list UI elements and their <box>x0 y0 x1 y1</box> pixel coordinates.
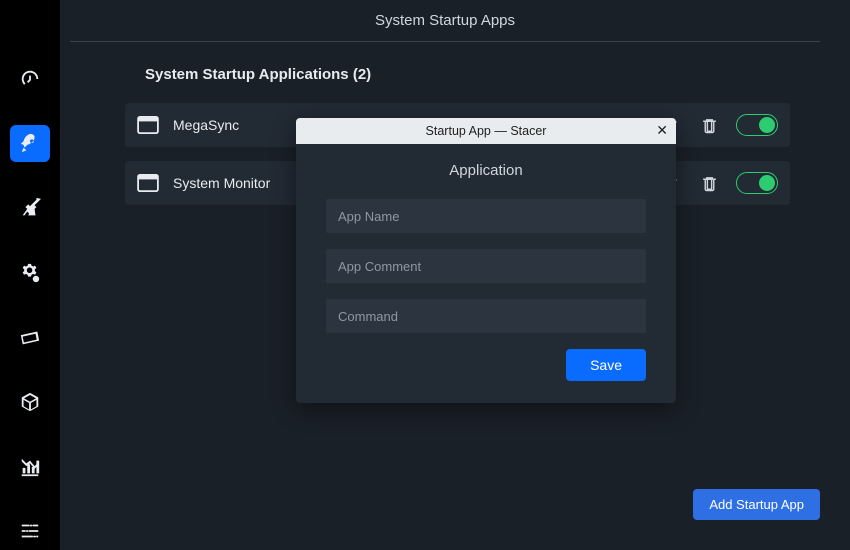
sidebar-item-system-cleaner[interactable] <box>10 189 50 227</box>
sidebar-item-uninstaller[interactable] <box>10 383 50 421</box>
add-app-dialog: Startup App — Stacer ✕ Application Save <box>296 118 676 403</box>
close-icon[interactable]: ✕ <box>656 122 668 139</box>
dialog-subtitle: Application <box>326 162 646 179</box>
sidebar-item-startup-apps[interactable] <box>10 125 50 163</box>
save-button[interactable]: Save <box>566 349 646 381</box>
sidebar <box>0 0 60 550</box>
package-icon <box>19 391 41 413</box>
delete-button[interactable] <box>696 112 722 138</box>
trash-icon <box>701 175 718 192</box>
sidebar-item-resources[interactable] <box>10 448 50 486</box>
sidebar-item-settings[interactable] <box>10 512 50 550</box>
gauge-icon <box>19 68 41 90</box>
page-title: System Startup Apps <box>70 0 820 41</box>
enable-toggle[interactable] <box>736 114 778 136</box>
chart-icon <box>19 456 41 478</box>
sidebar-item-dashboard[interactable] <box>10 60 50 98</box>
cards-icon <box>19 326 41 348</box>
dialog-title: Startup App — Stacer <box>426 124 547 138</box>
sliders-icon <box>19 520 41 542</box>
window-icon <box>137 116 159 134</box>
app-name-field[interactable] <box>326 199 646 233</box>
enable-toggle[interactable] <box>736 172 778 194</box>
divider <box>70 41 820 42</box>
gears-icon <box>19 262 41 284</box>
dialog-titlebar: Startup App — Stacer ✕ <box>296 118 676 144</box>
dialog-body: Application Save <box>296 144 676 403</box>
add-startup-app-button[interactable]: Add Startup App <box>693 489 820 520</box>
command-field[interactable] <box>326 299 646 333</box>
main-content: System Startup Apps System Startup Appli… <box>60 0 850 550</box>
rocket-icon <box>19 132 41 154</box>
sidebar-item-services[interactable] <box>10 254 50 292</box>
section-title: System Startup Applications (2) <box>145 66 820 83</box>
app-comment-field[interactable] <box>326 249 646 283</box>
delete-button[interactable] <box>696 170 722 196</box>
toggle-knob <box>759 175 775 191</box>
toggle-knob <box>759 117 775 133</box>
trash-icon <box>701 117 718 134</box>
broom-icon <box>19 197 41 219</box>
sidebar-item-processes[interactable] <box>10 319 50 357</box>
window-icon <box>137 174 159 192</box>
